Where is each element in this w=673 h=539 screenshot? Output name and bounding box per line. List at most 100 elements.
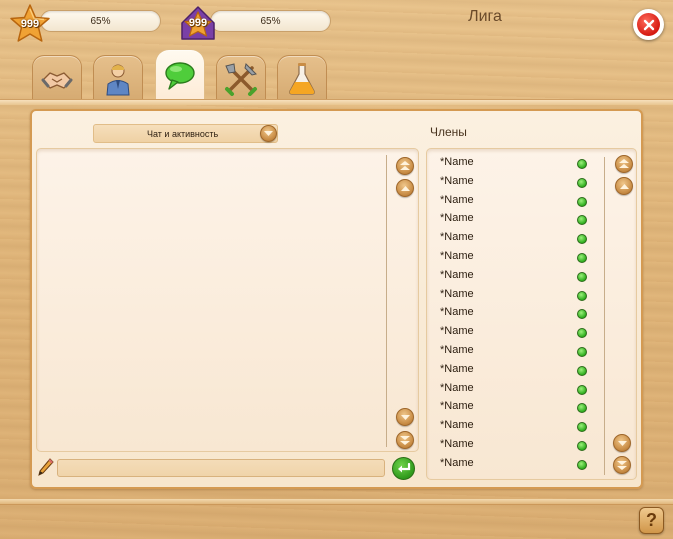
chat-scroll-down-button[interactable] — [396, 408, 414, 426]
pencil-icon — [38, 458, 54, 476]
chat-filter-dropdown[interactable]: Чат и активность — [93, 124, 278, 143]
online-status-icon — [577, 159, 587, 169]
member-name: *Name — [440, 193, 474, 206]
tab-handshake[interactable] — [32, 55, 82, 101]
help-label: ? — [646, 510, 657, 530]
member-row[interactable]: *Name — [440, 174, 590, 192]
member-name: *Name — [440, 306, 474, 319]
online-status-icon — [577, 403, 587, 414]
bottom-bar — [0, 499, 673, 505]
members-scroll-top-button[interactable] — [615, 155, 633, 173]
member-name: *Name — [440, 250, 474, 262]
level-value-1: 999 — [20, 18, 40, 30]
level-progress-bar-1: 65% — [40, 10, 161, 32]
chat-filter-label: Чат и активность — [147, 128, 219, 139]
person-icon — [106, 64, 130, 95]
members-scroll-bottom-button[interactable] — [613, 456, 631, 474]
level-progress-label-1: 65% — [90, 15, 111, 27]
member-row[interactable]: *Name — [440, 305, 590, 323]
member-name: *Name — [440, 231, 474, 244]
tab-chat[interactable] — [155, 49, 205, 101]
member-row[interactable]: *Name — [440, 381, 590, 399]
chevron-up-icon — [400, 185, 410, 191]
double-chevron-down-icon — [400, 436, 410, 445]
member-name: *Name — [440, 419, 474, 432]
chevron-up-icon — [619, 183, 629, 189]
online-status-icon — [577, 253, 587, 263]
chat-message-input[interactable] — [57, 459, 385, 477]
close-button[interactable] — [633, 9, 664, 40]
member-row[interactable]: *Name — [440, 343, 590, 361]
member-row[interactable]: *Name — [440, 287, 590, 305]
chat-scroll-bottom-button[interactable] — [396, 431, 414, 449]
member-name: *Name — [440, 268, 474, 281]
level-progress-label-2: 65% — [260, 15, 281, 27]
double-chevron-down-icon — [617, 461, 627, 470]
level-badge-1: 999 — [8, 2, 52, 46]
online-status-icon — [577, 234, 587, 245]
member-name: *Name — [440, 456, 474, 469]
online-status-icon — [577, 422, 587, 433]
member-name: *Name — [440, 174, 474, 187]
online-status-icon — [577, 196, 587, 207]
online-status-icon — [577, 384, 587, 395]
tab-alchemy[interactable] — [277, 55, 327, 101]
tab-tools[interactable] — [216, 55, 266, 101]
member-row[interactable]: *Name — [440, 211, 590, 229]
member-row[interactable]: *Name — [440, 193, 590, 211]
tab-profile[interactable] — [93, 55, 143, 101]
member-name: *Name — [440, 362, 474, 375]
online-status-icon — [577, 309, 587, 320]
window-title: Лига — [468, 8, 502, 25]
double-chevron-up-icon — [619, 159, 629, 168]
member-row[interactable]: *Name — [440, 230, 590, 248]
online-status-icon — [577, 365, 587, 376]
tools-icon — [225, 62, 257, 96]
flask-icon — [289, 62, 315, 95]
chat-scrollbar-track[interactable] — [386, 155, 387, 447]
members-scrollbar-track[interactable] — [604, 157, 605, 475]
member-row[interactable]: *Name — [440, 362, 590, 380]
members-scroll-down-button[interactable] — [613, 434, 631, 452]
member-row[interactable]: *Name — [440, 456, 590, 474]
level-progress-bar-2: 65% — [210, 10, 331, 32]
member-row[interactable]: *Name — [440, 155, 590, 173]
enter-arrow-icon — [397, 462, 410, 472]
double-chevron-up-icon — [400, 161, 410, 170]
member-row[interactable]: *Name — [440, 418, 590, 436]
member-name: *Name — [440, 438, 474, 450]
member-row[interactable]: *Name — [440, 324, 590, 342]
chat-filter-dropdown-button[interactable] — [260, 125, 277, 142]
help-button[interactable]: ? — [639, 507, 664, 534]
online-status-icon — [577, 441, 587, 451]
online-status-icon — [577, 177, 587, 188]
chat-scroll-up-button[interactable] — [396, 179, 414, 197]
chat-scroll-top-button[interactable] — [396, 157, 414, 175]
chevron-down-icon — [617, 440, 627, 446]
chat-bubble-icon — [165, 61, 195, 90]
member-name: *Name — [440, 400, 474, 413]
chat-log — [36, 148, 419, 452]
member-name: *Name — [440, 381, 474, 394]
member-row[interactable]: *Name — [440, 399, 590, 417]
online-status-icon — [577, 459, 587, 470]
member-name: *Name — [440, 344, 474, 356]
send-message-button[interactable] — [392, 457, 415, 480]
member-name: *Name — [440, 287, 474, 300]
members-title: Члены — [430, 125, 467, 139]
member-name: *Name — [440, 156, 474, 168]
online-status-icon — [577, 328, 587, 339]
member-name: *Name — [440, 325, 474, 338]
member-row[interactable]: *Name — [440, 268, 590, 286]
tab-bar-divider — [0, 99, 673, 105]
level-badge-2: 999 — [176, 1, 220, 45]
handshake-icon — [41, 71, 73, 89]
online-status-icon — [577, 290, 587, 301]
member-row[interactable]: *Name — [440, 249, 590, 267]
chevron-down-icon — [400, 414, 410, 420]
online-status-icon — [577, 347, 587, 357]
online-status-icon — [577, 215, 587, 226]
close-icon — [643, 19, 654, 30]
member-row[interactable]: *Name — [440, 437, 590, 455]
members-scroll-up-button[interactable] — [615, 177, 633, 195]
